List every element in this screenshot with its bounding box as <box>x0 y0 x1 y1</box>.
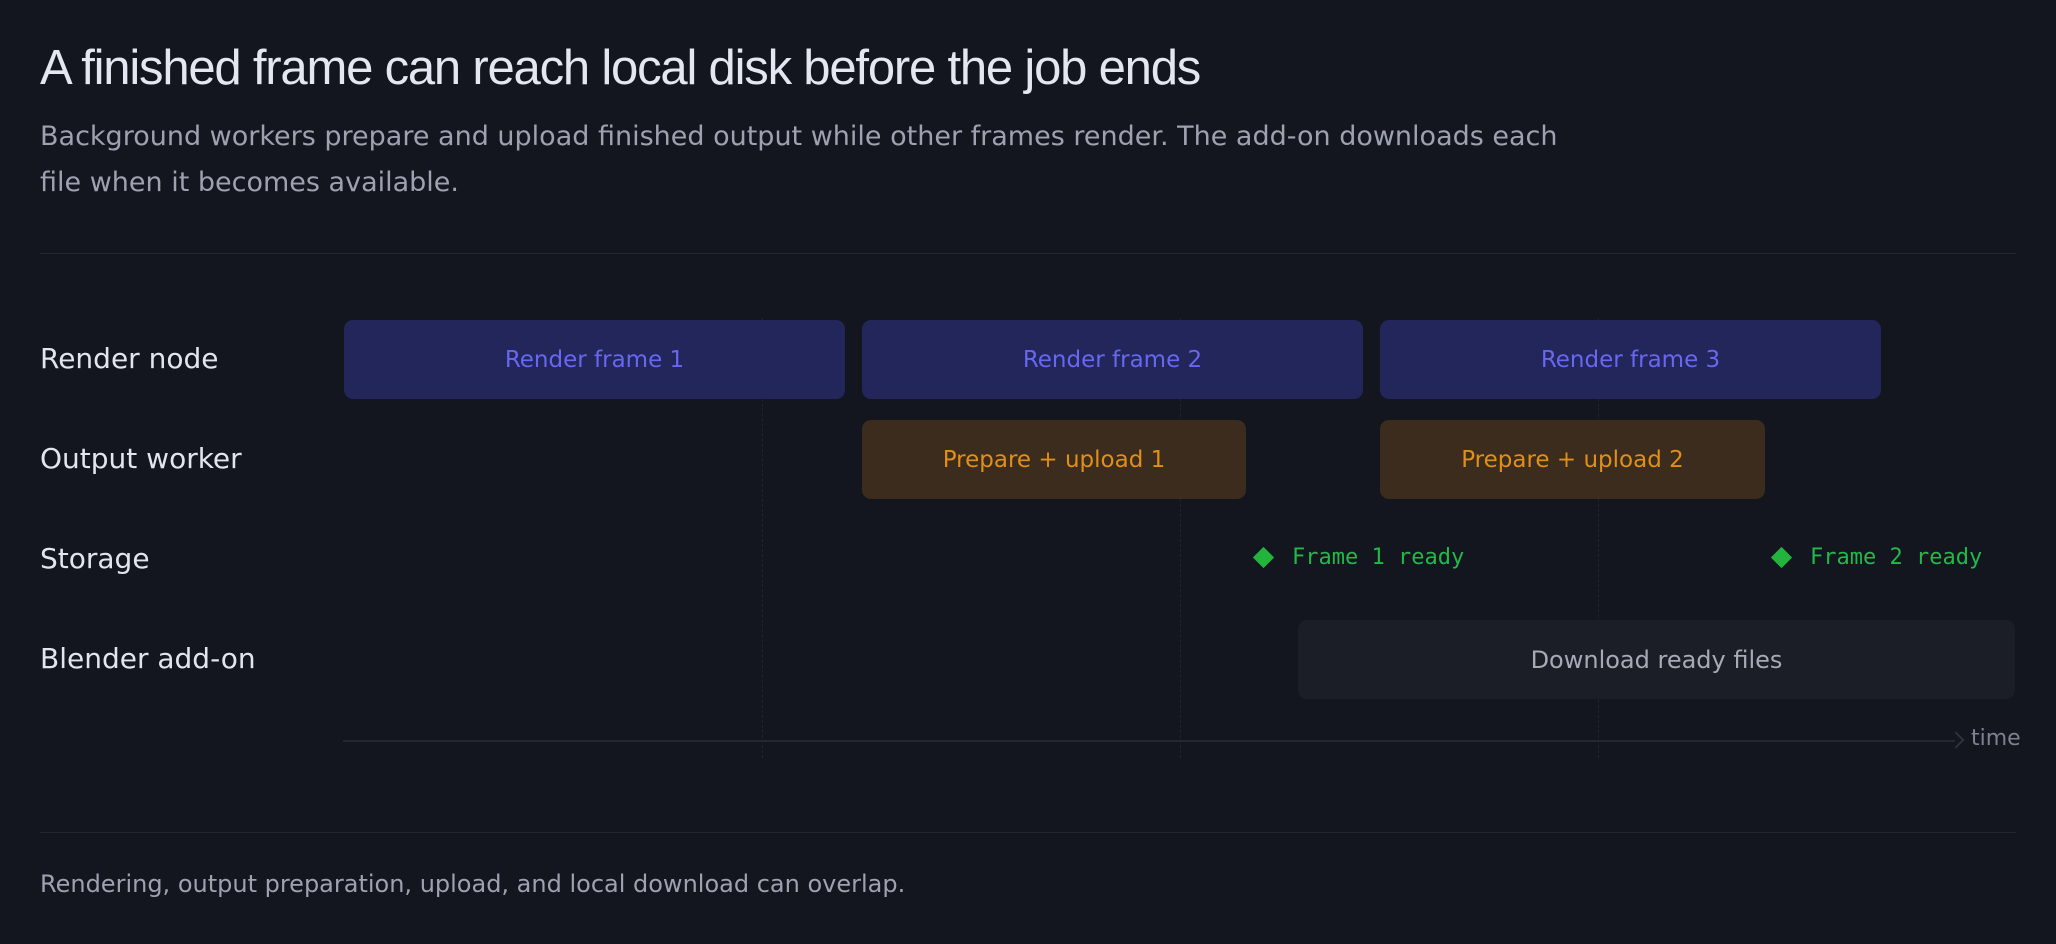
lane-label-blender-add-on: Blender add-on <box>40 642 256 675</box>
diamond-icon <box>1252 546 1275 569</box>
top-divider <box>40 253 2016 254</box>
lane-label-storage: Storage <box>40 542 150 575</box>
render-frame-1-bar: Render frame 1 <box>344 320 845 399</box>
render-frame-2-bar: Render frame 2 <box>862 320 1363 399</box>
prepare-upload-1-bar: Prepare + upload 1 <box>862 420 1246 499</box>
footer-caption: Rendering, output preparation, upload, a… <box>40 870 906 898</box>
arrow-right-icon <box>1947 731 1965 749</box>
diamond-icon <box>1770 546 1793 569</box>
time-axis <box>343 740 1955 742</box>
milestone-label: Frame 1 ready <box>1292 545 1465 570</box>
prepare-upload-2-bar: Prepare + upload 2 <box>1380 420 1765 499</box>
milestone-label: Frame 2 ready <box>1810 545 1983 570</box>
bottom-divider <box>40 832 2016 833</box>
page-title: A finished frame can reach local disk be… <box>40 41 1201 95</box>
lane-label-output-worker: Output worker <box>40 442 242 475</box>
render-frame-3-bar: Render frame 3 <box>1380 320 1881 399</box>
page-subtitle: Background workers prepare and upload fi… <box>40 121 1558 198</box>
download-ready-files-bar: Download ready files <box>1298 620 2015 699</box>
frame-1-ready-milestone: Frame 1 ready <box>1252 545 1464 570</box>
lane-label-render-node: Render node <box>40 342 219 375</box>
time-axis-label: time <box>1971 726 2021 751</box>
frame-2-ready-milestone: Frame 2 ready <box>1770 545 1982 570</box>
